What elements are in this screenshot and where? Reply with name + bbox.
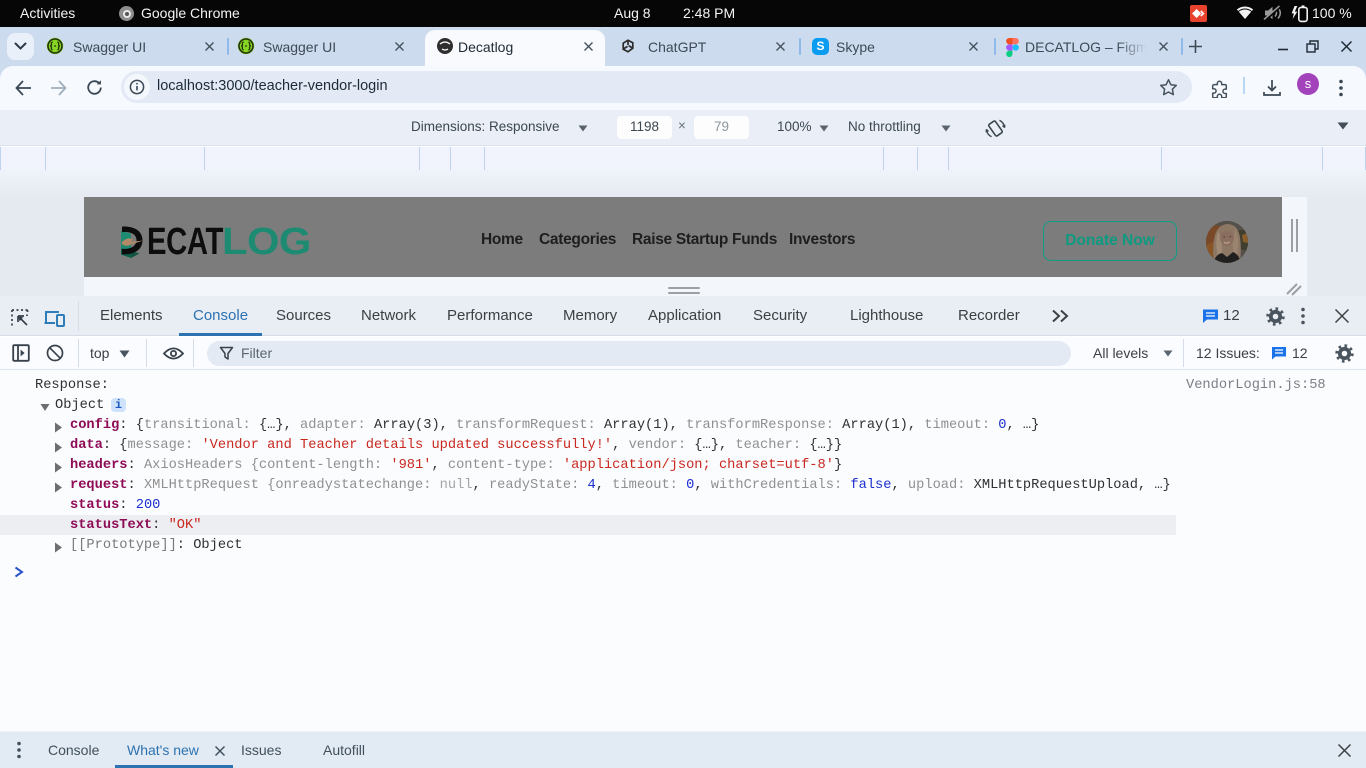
svg-text:ECAT: ECAT — [147, 223, 224, 259]
svg-text:LOG: LOG — [222, 223, 311, 259]
